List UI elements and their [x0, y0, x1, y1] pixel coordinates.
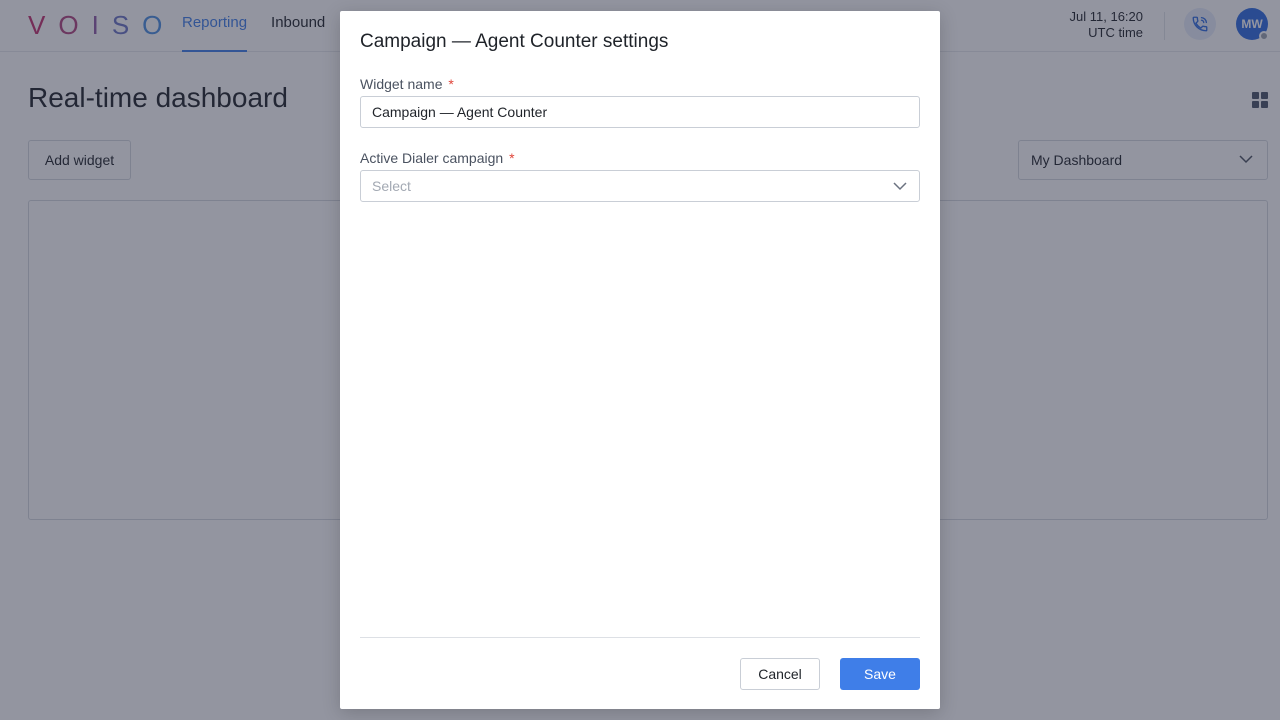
campaign-select[interactable]: Select [360, 170, 920, 202]
widget-settings-modal: Campaign — Agent Counter settings Widget… [340, 11, 940, 709]
widget-name-label-text: Widget name [360, 76, 443, 92]
required-marker: * [509, 150, 515, 166]
modal-title: Campaign — Agent Counter settings [360, 31, 669, 52]
widget-name-input[interactable] [360, 96, 920, 128]
cancel-button[interactable]: Cancel [740, 658, 820, 690]
campaign-label-text: Active Dialer campaign [360, 150, 504, 166]
modal-footer-divider [360, 637, 920, 638]
campaign-select-placeholder: Select [372, 178, 411, 194]
required-marker: * [448, 76, 454, 92]
save-button[interactable]: Save [840, 658, 920, 690]
chevron-down-icon [893, 182, 907, 191]
campaign-label: Active Dialer campaign * [360, 150, 515, 166]
widget-name-label: Widget name * [360, 76, 454, 92]
